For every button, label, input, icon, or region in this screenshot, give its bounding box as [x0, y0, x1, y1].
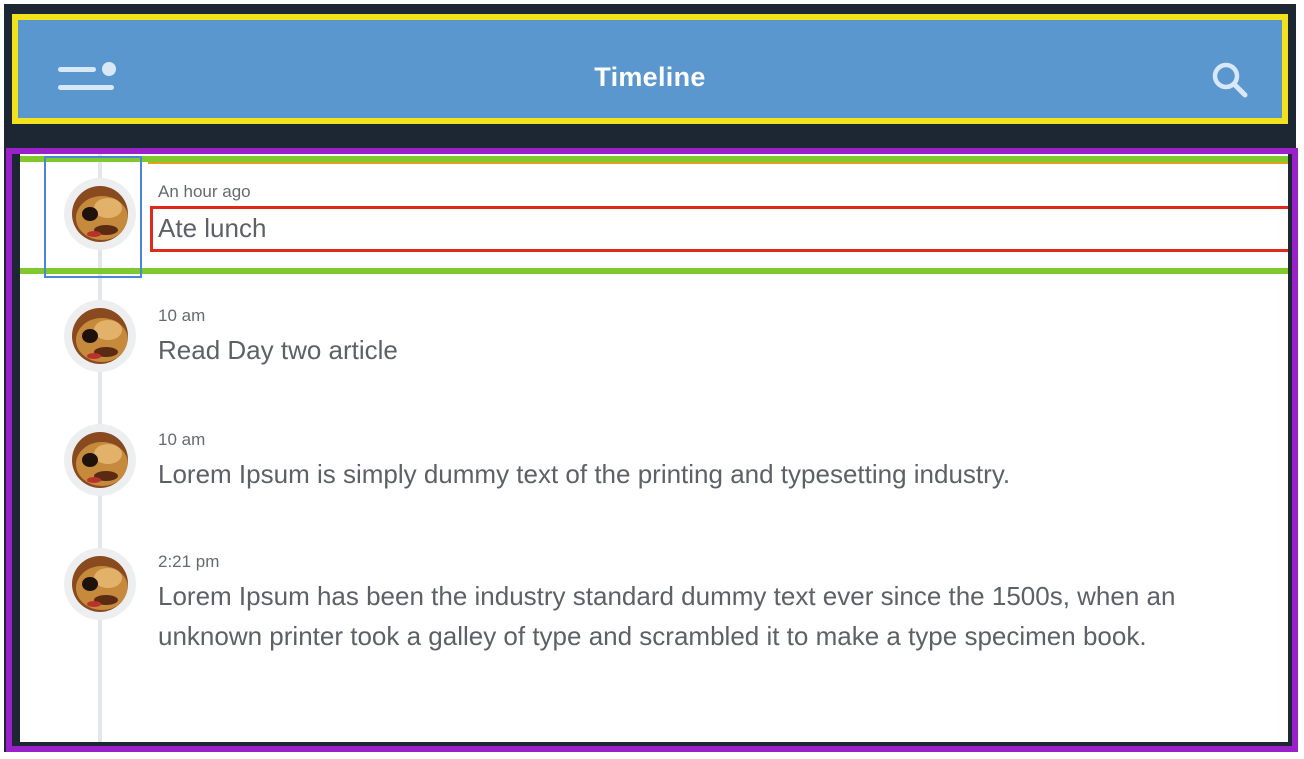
item-text: Lorem Ipsum is simply dummy text of the …	[158, 459, 1011, 489]
timeline-item[interactable]: 10 am Read Day two article	[20, 278, 1288, 398]
item-time: An hour ago	[158, 182, 251, 201]
timeline-item[interactable]: 10 am Lorem Ipsum is simply dummy text o…	[20, 402, 1288, 522]
avatar	[64, 424, 136, 496]
item-text: Lorem Ipsum has been the industry standa…	[158, 581, 1176, 651]
dog-avatar-icon	[72, 556, 128, 612]
timeline-card: An hour ago Ate lunch 10 am Read Day two…	[20, 154, 1288, 742]
avatar	[64, 548, 136, 620]
item-text: Ate lunch	[158, 213, 267, 243]
timeline-panel: An hour ago Ate lunch 10 am Read Day two…	[6, 148, 1298, 752]
app-header: Timeline	[12, 14, 1288, 124]
timeline-item[interactable]: 2:21 pm Lorem Ipsum has been the industr…	[20, 526, 1288, 726]
timeline-item[interactable]: An hour ago Ate lunch	[20, 154, 1288, 274]
avatar	[64, 300, 136, 372]
item-time: 2:21 pm	[158, 552, 220, 571]
dog-avatar-icon	[72, 186, 128, 242]
item-time: 10 am	[158, 306, 206, 325]
avatar	[64, 178, 136, 250]
dog-avatar-icon	[72, 308, 128, 364]
item-text: Read Day two article	[158, 335, 398, 365]
search-icon[interactable]	[1210, 60, 1250, 100]
item-time: 10 am	[158, 430, 206, 449]
page-title: Timeline	[594, 62, 706, 92]
dog-avatar-icon	[72, 432, 128, 488]
